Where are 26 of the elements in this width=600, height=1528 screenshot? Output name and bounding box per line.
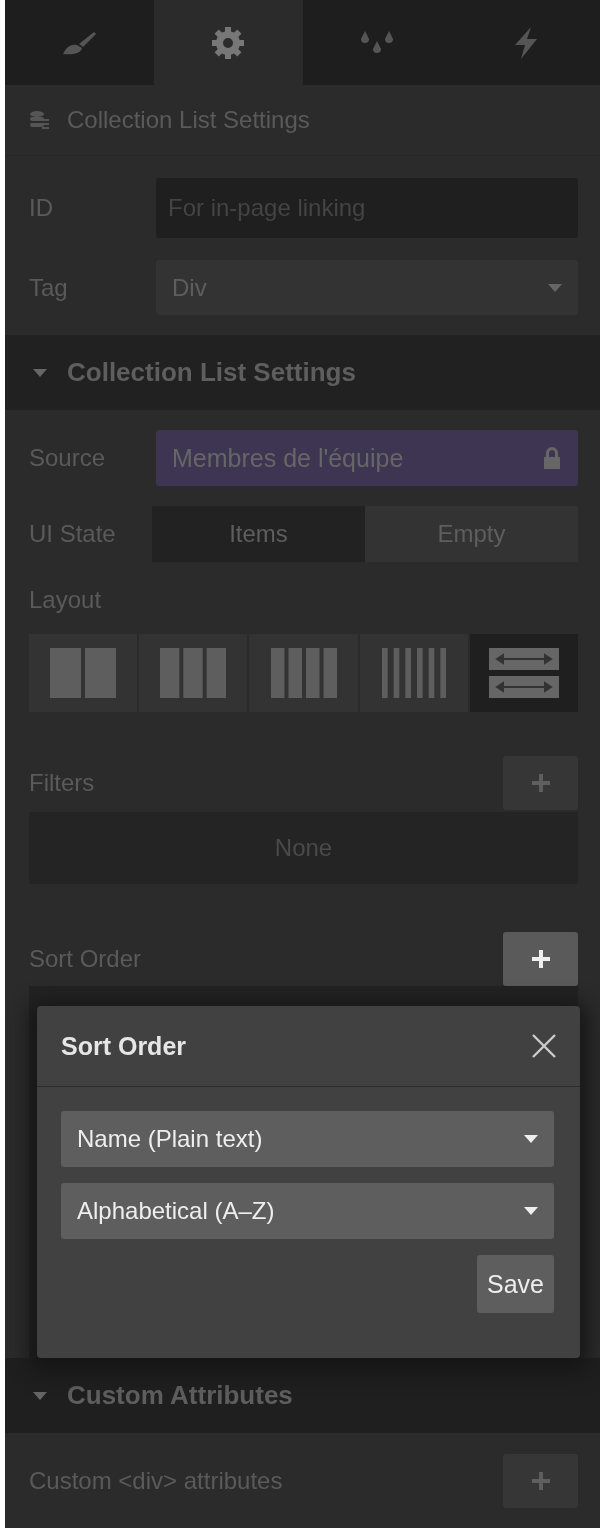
plus-icon xyxy=(531,774,550,792)
layout-option[interactable] xyxy=(139,634,248,712)
caret-icon xyxy=(524,1207,538,1215)
popover-title: Sort Order xyxy=(61,1031,187,1061)
layout-option[interactable] xyxy=(249,634,358,712)
layout-option[interactable] xyxy=(469,634,578,712)
close-button[interactable] xyxy=(532,1034,556,1058)
plus-icon xyxy=(531,950,550,968)
layout-option[interactable] xyxy=(359,634,468,712)
section-title[interactable]: Custom Attributes xyxy=(67,1380,293,1411)
panel-tab[interactable] xyxy=(153,0,303,85)
layout-option[interactable] xyxy=(29,634,138,712)
columns-icon xyxy=(268,648,339,698)
close-icon xyxy=(532,1034,556,1058)
columns-icon xyxy=(158,648,229,698)
state-toggle[interactable]: Items xyxy=(152,506,365,562)
database-icon xyxy=(29,111,49,129)
rows-icon xyxy=(488,648,559,698)
plus-icon xyxy=(531,1472,550,1490)
add-button[interactable] xyxy=(503,932,578,986)
save-button[interactable]: Save xyxy=(477,1255,554,1313)
caret-icon xyxy=(524,1135,538,1143)
columns-icon xyxy=(48,648,119,698)
field-dropdown[interactable]: Name (Plain text) xyxy=(61,1111,554,1167)
caret-icon xyxy=(548,283,562,292)
direction-dropdown[interactable]: Alphabetical (A–Z) xyxy=(61,1183,554,1239)
